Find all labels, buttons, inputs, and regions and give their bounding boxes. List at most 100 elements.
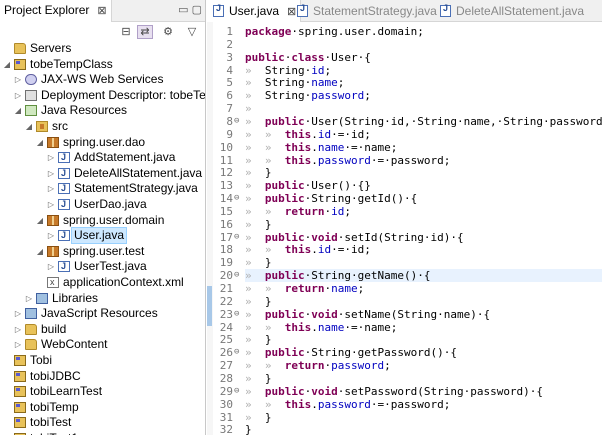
- filters-icon[interactable]: ⚙: [160, 25, 176, 39]
- expand-arrow-icon[interactable]: ▷: [13, 322, 23, 337]
- tree-item[interactable]: Tobi: [0, 353, 205, 369]
- code-token: ·User(String·id,·String·name,·String·pas…: [304, 114, 602, 128]
- collapse-all-icon[interactable]: ⊟: [118, 25, 134, 39]
- line-number-gutter: 1 2 3 4 5 6 7 8 ⊖ 9 10 11 12 13 14 ⊖ 15 16 17 ⊖ 18 19 20 ⊖ 21 22 2…: [213, 22, 243, 435]
- tree-item[interactable]: ▷ StatementStrategy.java: [0, 181, 205, 197]
- fold-toggle-icon[interactable]: ⊖: [234, 346, 239, 359]
- tree-item[interactable]: ▷ WebContent: [0, 337, 205, 353]
- line-number: 12: [219, 166, 233, 180]
- code-token: .: [311, 243, 318, 257]
- minimize-maximize-icon[interactable]: ▭ ▢: [178, 3, 202, 16]
- fold-toggle-icon[interactable]: ⊖: [234, 269, 239, 282]
- code-line: public·class·User·{: [245, 51, 602, 64]
- collapse-arrow-icon[interactable]: ◢: [35, 213, 45, 228]
- collapse-arrow-icon[interactable]: ◢: [24, 119, 34, 134]
- expand-arrow-icon[interactable]: ▷: [13, 306, 23, 321]
- code-token: return: [284, 204, 325, 218]
- tree-item[interactable]: ▷ Deployment Descriptor: tobeTempCl: [0, 88, 205, 104]
- close-icon[interactable]: ⊠: [97, 5, 106, 17]
- tree-item[interactable]: ▷ JavaScript Resources: [0, 306, 205, 322]
- editor-tab[interactable]: DeleteAllStatement.java: [434, 0, 588, 22]
- line-number: 3: [226, 50, 233, 64]
- library-icon: [36, 292, 48, 304]
- fold-toggle-icon[interactable]: ⊖: [234, 308, 239, 321]
- code-token: .: [311, 320, 318, 334]
- fold-toggle-icon[interactable]: ⊖: [234, 115, 239, 128]
- code-token: public: [264, 384, 305, 398]
- tree-item-label: Tobi: [30, 353, 53, 367]
- tree-item[interactable]: ▷ build: [0, 322, 205, 338]
- tree-item[interactable]: ▷ JAX-WS Web Services: [0, 72, 205, 88]
- line-number: 17: [219, 230, 233, 244]
- tree-item[interactable]: ▷ Libraries: [0, 291, 205, 307]
- collapse-arrow-icon[interactable]: ◢: [13, 103, 23, 118]
- tree-item[interactable]: ▷ AddStatement.java: [0, 150, 205, 166]
- code-token: »: [245, 294, 265, 308]
- editor-tab[interactable]: User.java⊠: [207, 0, 302, 22]
- link-with-editor-icon[interactable]: ⇄: [137, 25, 153, 39]
- tree-item[interactable]: tobiJDBC: [0, 368, 205, 385]
- code-token: void: [311, 307, 338, 321]
- code-token: this: [284, 397, 312, 411]
- tree-item[interactable]: ◢ src: [0, 119, 205, 135]
- editor-tab[interactable]: StatementStrategy.java: [291, 0, 441, 22]
- java-icon: [58, 197, 70, 212]
- code-token: ·=·name;: [344, 320, 398, 334]
- expand-arrow-icon[interactable]: ▷: [46, 259, 56, 274]
- expand-arrow-icon[interactable]: ▷: [46, 181, 56, 196]
- tree-item[interactable]: Servers: [0, 41, 205, 57]
- tree-item[interactable]: ◢ spring.user.domain: [0, 213, 205, 229]
- collapse-arrow-icon[interactable]: ◢: [35, 244, 45, 259]
- ruler-highlight: [207, 286, 212, 326]
- code-token: »: [245, 230, 265, 244]
- code-line: » public·String·getId()·{: [245, 192, 602, 205]
- tree-item[interactable]: tobiLearnTest: [0, 384, 205, 400]
- collapse-arrow-icon[interactable]: ◢: [2, 57, 12, 72]
- tree-item[interactable]: ▷ UserTest.java: [0, 259, 205, 275]
- java-icon: [58, 259, 70, 274]
- code-token: }: [245, 423, 252, 435]
- java-file-icon: [297, 3, 308, 17]
- code-token: this: [284, 153, 312, 167]
- tree-item[interactable]: ▷ User.java: [0, 227, 205, 245]
- tab-project-explorer[interactable]: Project Explorer ⊠: [0, 0, 112, 22]
- expand-arrow-icon[interactable]: ▷: [46, 150, 56, 165]
- tree-item[interactable]: tobiTest: [0, 415, 205, 431]
- tree-item[interactable]: ◢ spring.user.test: [0, 244, 205, 260]
- expand-arrow-icon[interactable]: ▷: [24, 291, 34, 306]
- expand-arrow-icon[interactable]: ▷: [46, 166, 56, 181]
- tree-item[interactable]: tobiTemp: [0, 400, 205, 416]
- fold-toggle-icon[interactable]: ⊖: [234, 385, 239, 398]
- code-token: password: [317, 153, 371, 167]
- dd-icon: [25, 89, 37, 101]
- expand-arrow-icon[interactable]: ▷: [46, 197, 56, 212]
- view-menu-icon[interactable]: ▽: [184, 25, 200, 39]
- tree-item-label: User.java: [71, 227, 128, 245]
- collapse-arrow-icon[interactable]: ◢: [35, 135, 45, 150]
- tree-item-label: AddStatement.java: [74, 150, 176, 165]
- expand-arrow-icon[interactable]: ▷: [13, 88, 23, 103]
- folder-icon: [14, 43, 26, 54]
- line-number: 32: [219, 423, 233, 435]
- fold-toggle-icon[interactable]: ⊖: [234, 231, 239, 244]
- tree-item[interactable]: tobiTest1: [0, 431, 205, 435]
- expand-arrow-icon[interactable]: ▷: [46, 228, 56, 243]
- line-number: 18: [219, 243, 233, 257]
- expand-arrow-icon[interactable]: ▷: [13, 337, 23, 352]
- tree-item[interactable]: ◢ spring.user.dao: [0, 135, 205, 151]
- project-explorer-view: Project Explorer ⊠ ▭ ▢ ⊟ ⇄ ⚙ ▽ Servers ◢ to…: [0, 0, 206, 435]
- tree-item-label: tobiTest: [30, 415, 72, 430]
- expand-arrow-icon[interactable]: ▷: [13, 72, 23, 87]
- tree-item[interactable]: ◢ tobeTempClass: [0, 57, 205, 73]
- tree-item[interactable]: ◢ Java Resources: [0, 103, 205, 119]
- code-token: ;: [384, 359, 391, 373]
- fold-toggle-icon[interactable]: ⊖: [234, 192, 239, 205]
- tree-item[interactable]: ▷ DeleteAllStatement.java: [0, 166, 205, 182]
- tree-item[interactable]: ▷ UserDao.java: [0, 197, 205, 213]
- explorer-tab-bar: Project Explorer ⊠ ▭ ▢: [0, 0, 205, 22]
- code-token: id: [317, 127, 332, 141]
- code-area[interactable]: package·spring.user.domain; public·class·…: [245, 22, 602, 435]
- tree-item[interactable]: applicationContext.xml: [0, 275, 205, 291]
- line-number: 26: [219, 346, 233, 360]
- tree-item-label: tobiJDBC: [30, 368, 81, 383]
